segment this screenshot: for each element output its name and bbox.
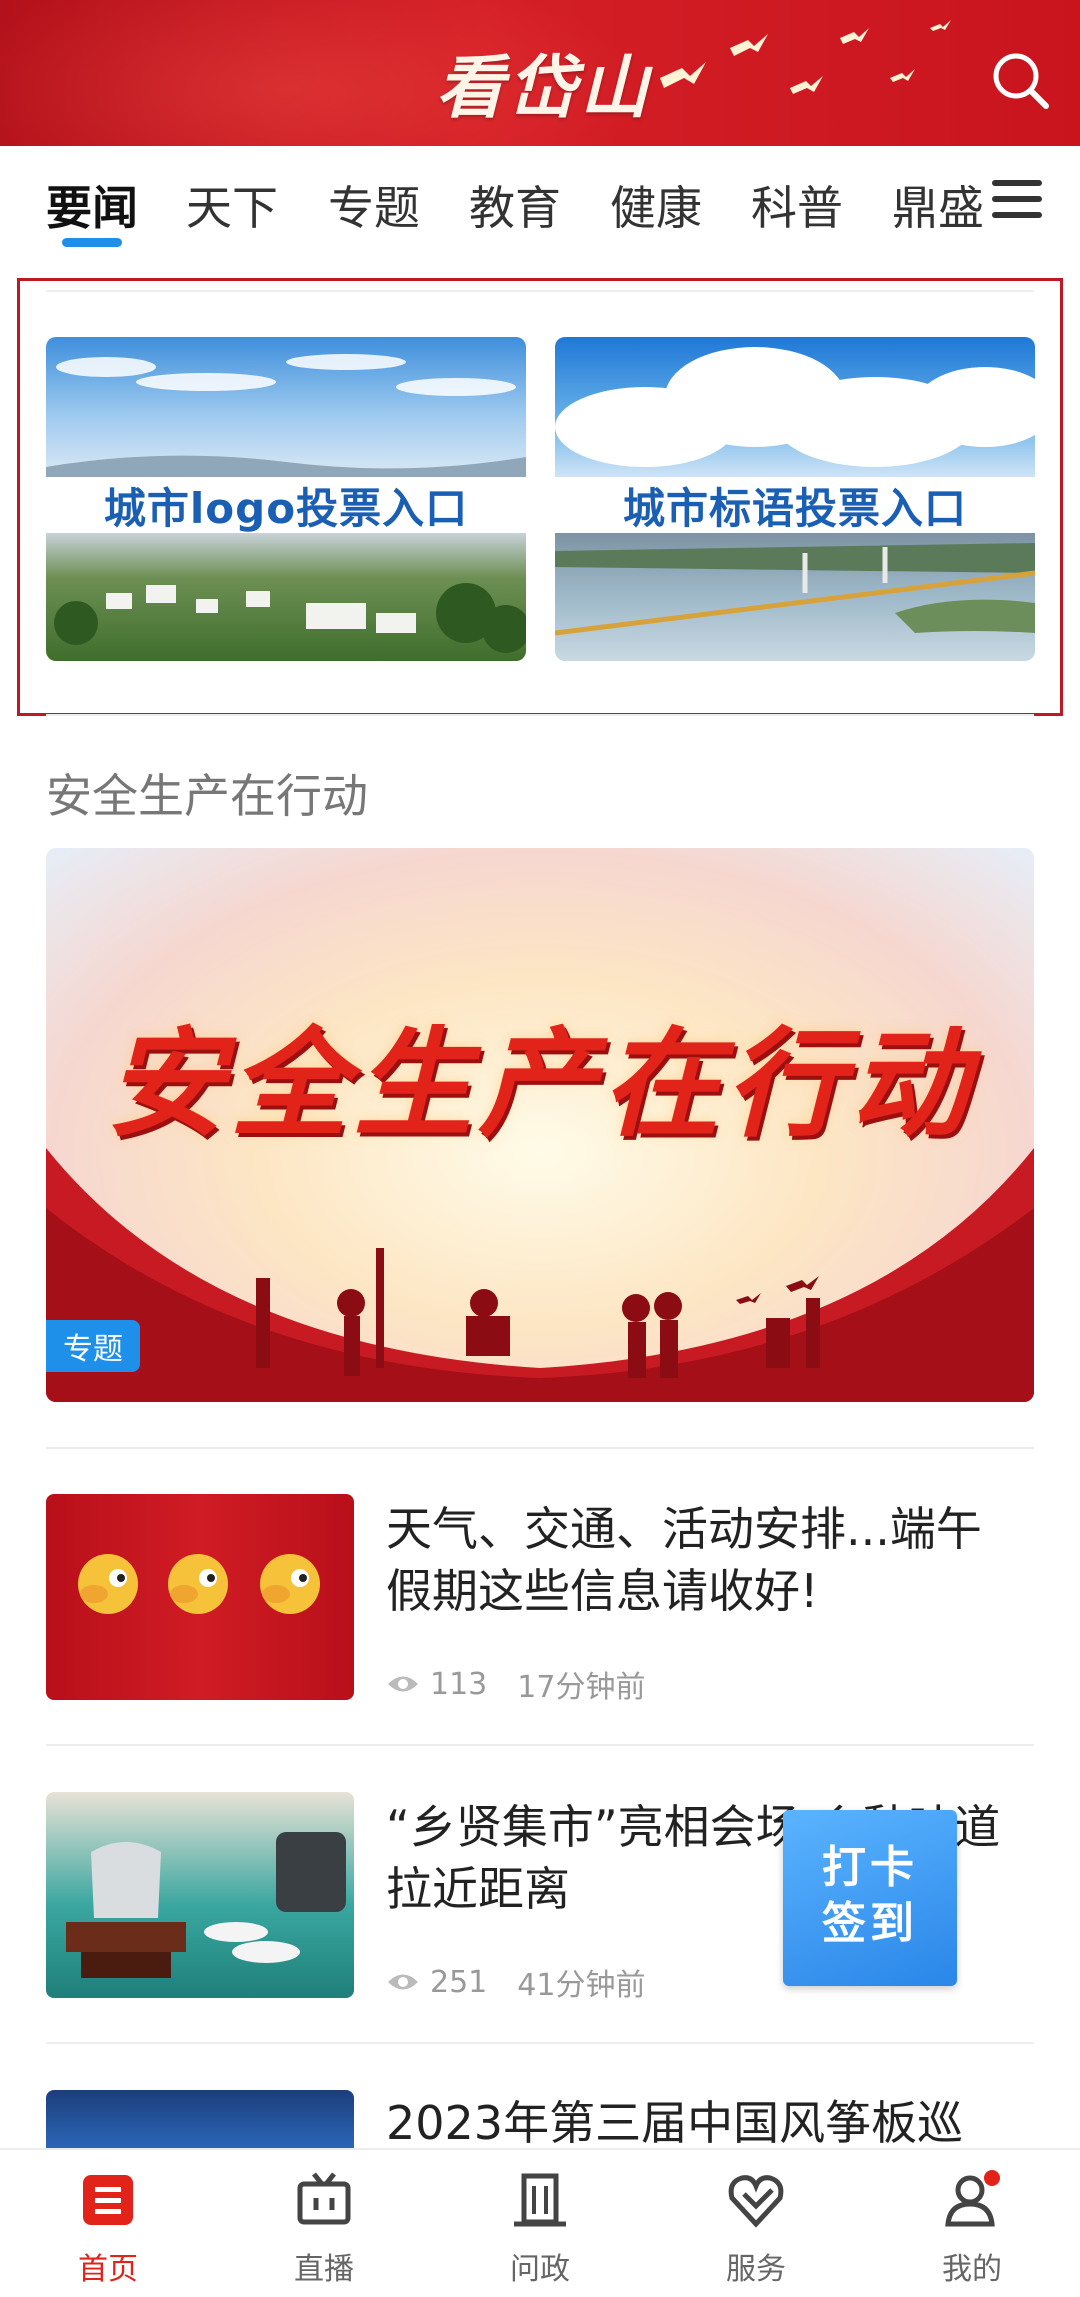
topic-badge: 专题 [46,1320,140,1372]
news-title[interactable]: 天气、交通、活动安排...端午假期这些信息请收好! [386,1498,1006,1622]
logo-vote-banner[interactable]: 城市logo投票入口 [46,337,526,661]
news-title[interactable]: 2023年第三届中国风筝板巡回 [386,2092,1006,2148]
checkin-label-line2: 签到 [822,1898,918,1949]
app-header: 看岱山 [0,0,1080,146]
nav-wenzheng[interactable]: 问政 [470,2170,610,2288]
app-logo: 看岱山 [436,48,653,128]
publish-time: 41分钟前 [517,1968,646,2003]
divider [46,1744,1034,1746]
eye-icon [388,1974,418,1990]
tab-tianxia[interactable]: 天下 [186,172,278,238]
checkin-button[interactable]: 打卡 签到 [783,1810,957,1986]
emoji-faces-image [78,1554,320,1614]
service-heart-icon [728,2175,784,2228]
tab-yaowen[interactable]: 要闻 [46,172,138,238]
nav-service-label: 服务 [726,2252,786,2287]
nav-wenzheng-label: 问政 [510,2252,570,2287]
building-icon [514,2173,566,2227]
nav-live-label: 直播 [294,2252,354,2287]
birds-decoration-icon [660,20,951,94]
divider [46,2042,1034,2044]
banner-bridge-image [555,533,1035,661]
logo-vote-label: 城市logo投票入口 [46,477,526,533]
news-thumbnail[interactable] [46,1792,354,1998]
tab-dingsheng[interactable]: 鼎盛 [892,172,984,238]
news-thumbnail[interactable] [46,2090,354,2148]
checkin-label-line1: 打卡 [822,1842,918,1893]
search-icon[interactable] [988,48,1052,112]
divider [46,1447,1034,1449]
banner-sky-image [46,337,526,477]
tea-set-image [66,1832,346,1978]
nav-service[interactable]: 服务 [686,2170,826,2288]
eye-icon [388,1676,418,1692]
view-count: 113 [430,1666,488,1702]
channel-menu-icon[interactable] [992,180,1042,220]
news-meta: 251 41分钟前 [386,1960,645,2004]
user-icon [945,2170,1000,2227]
channel-tabs: 要闻 天下 专题 教育 健康 科普 鼎盛 [0,146,1080,292]
nav-mine-label: 我的 [942,2252,1002,2287]
publish-time: 17分钟前 [517,1670,646,1705]
tv-icon [297,2172,351,2225]
news-thumbnail[interactable] [46,1494,354,1700]
tab-jiankang[interactable]: 健康 [610,172,702,238]
nav-mine[interactable]: 我的 [902,2170,1042,2288]
banner-clouds-image [555,337,1035,477]
tab-jiaoyu[interactable]: 教育 [469,172,561,238]
section-title: 安全生产在行动 [46,769,368,823]
news-meta: 113 17分钟前 [386,1662,645,1706]
home-icon [83,2175,133,2225]
slogan-vote-label: 城市标语投票入口 [555,477,1035,533]
nav-live[interactable]: 直播 [254,2170,394,2288]
banner-town-image [46,533,526,661]
active-tab-indicator [62,238,122,247]
nav-home-label: 首页 [78,2252,138,2287]
safety-topic-banner[interactable]: 安全生产在行动 [46,848,1034,1402]
notification-dot [984,2170,1000,2186]
banner-title: 安全生产在行动 [105,1015,974,1153]
tab-zhuanti[interactable]: 专题 [328,172,420,238]
view-count: 251 [430,1964,488,2000]
tab-kepu[interactable]: 科普 [751,172,843,238]
divider [46,714,1034,716]
bottom-navigation: 首页 直播 问政 服务 我的 [0,2148,1080,2297]
nav-home[interactable]: 首页 [38,2170,178,2288]
slogan-vote-banner[interactable]: 城市标语投票入口 [555,337,1035,661]
